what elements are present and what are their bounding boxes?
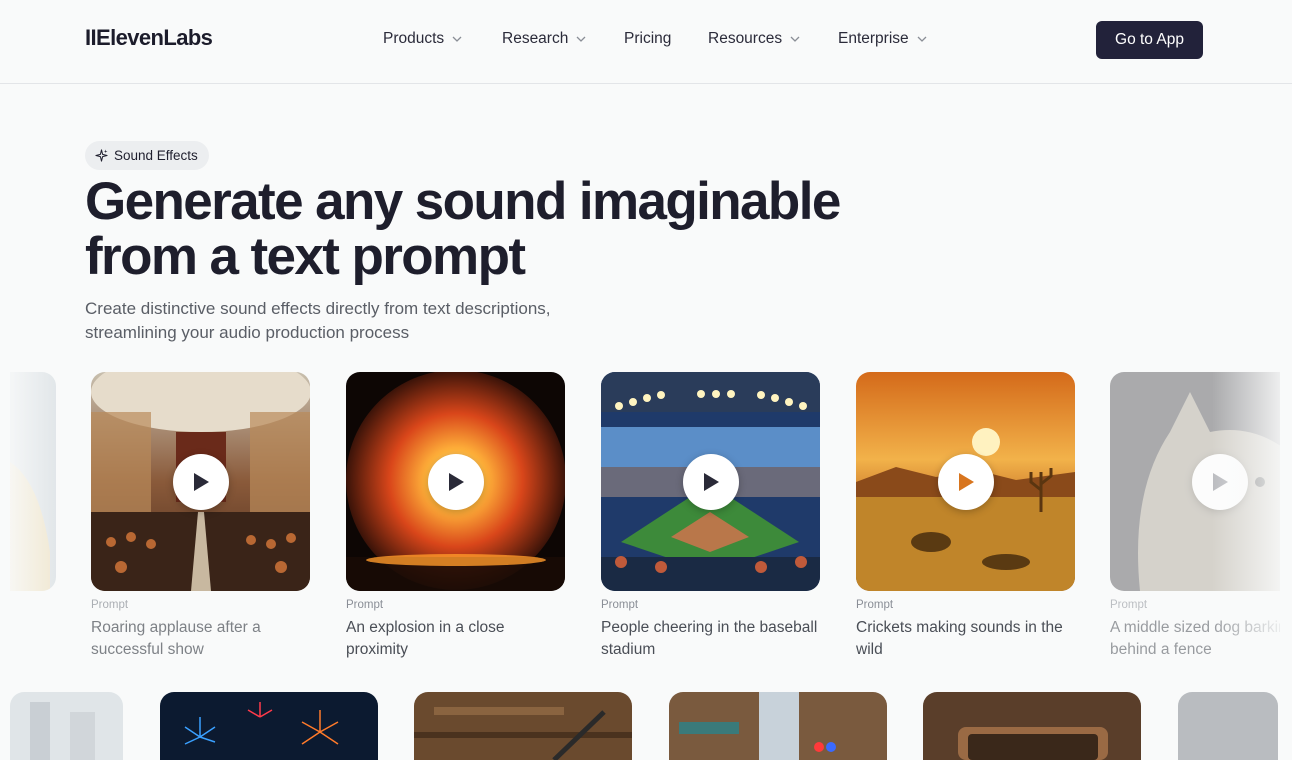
play-button[interactable] bbox=[938, 454, 994, 510]
play-icon bbox=[449, 473, 464, 491]
nav-research[interactable]: Research bbox=[502, 30, 586, 48]
chevron-down-icon bbox=[917, 36, 927, 42]
play-icon bbox=[704, 473, 719, 491]
card-image-baseball-stadium bbox=[601, 372, 820, 591]
nav-pricing[interactable]: Pricing bbox=[624, 30, 671, 48]
play-button[interactable] bbox=[683, 454, 739, 510]
nav-pricing-label: Pricing bbox=[624, 30, 672, 47]
play-button[interactable] bbox=[428, 454, 484, 510]
hero-title: Generate any sound imaginable from a tex… bbox=[85, 174, 985, 284]
badge-label: Sound Effects bbox=[114, 148, 198, 163]
nav-enterprise[interactable]: Enterprise bbox=[838, 30, 927, 48]
site-header: IIElevenLabs Products Research Pricing R… bbox=[0, 0, 1292, 84]
prompt-label: Prompt bbox=[346, 599, 384, 611]
prompt-text: Crickets making sounds in the wild bbox=[856, 619, 1063, 658]
hero-subtitle-line-2: streamlining your audio production proce… bbox=[85, 322, 410, 342]
card-row2-partial-right[interactable] bbox=[1178, 692, 1278, 760]
card-row2-city[interactable] bbox=[10, 692, 123, 760]
chevron-down-icon bbox=[790, 36, 800, 42]
nav-enterprise-label: Enterprise bbox=[838, 30, 909, 47]
nav-research-label: Research bbox=[502, 30, 569, 47]
sound-card-baseball[interactable]: Prompt People cheering in the baseball s… bbox=[601, 372, 820, 661]
hero-title-line-2: from a text prompt bbox=[85, 227, 526, 286]
sound-card-explosion[interactable]: Prompt An explosion in a close proximity bbox=[346, 372, 565, 661]
prompt-label: Prompt bbox=[91, 599, 129, 611]
card-image-explosion bbox=[346, 372, 565, 591]
prompt-label: Prompt bbox=[856, 599, 894, 611]
card-row2-city-street[interactable] bbox=[669, 692, 887, 760]
nav-products[interactable]: Products bbox=[383, 30, 462, 48]
card-row2-radio[interactable] bbox=[923, 692, 1141, 760]
hero-subtitle-line-1: Create distinctive sound effects directl… bbox=[85, 299, 551, 318]
card-row2-wood-door[interactable] bbox=[414, 692, 632, 760]
prompt-text: People cheering in the baseball stadium bbox=[601, 619, 818, 658]
play-button[interactable] bbox=[173, 454, 229, 510]
elevenlabs-logo[interactable]: IIElevenLabs bbox=[85, 25, 213, 51]
hero-subtitle: Create distinctive sound effects directl… bbox=[85, 297, 605, 344]
prompt-text: Roaring applause after a successful show bbox=[91, 619, 261, 658]
card-image-desert-sunset bbox=[856, 372, 1075, 591]
chevron-down-icon bbox=[576, 36, 586, 42]
sparkles-icon bbox=[95, 149, 108, 162]
chevron-down-icon bbox=[452, 36, 462, 42]
prompt-text: An explosion in a close proximity bbox=[346, 619, 505, 658]
nav-products-label: Products bbox=[383, 30, 445, 47]
prompt-label: Prompt bbox=[601, 599, 639, 611]
sound-card-applause[interactable]: Prompt Roaring applause after a successf… bbox=[91, 372, 310, 661]
play-icon bbox=[194, 473, 209, 491]
nav-resources[interactable]: Resources bbox=[708, 30, 800, 48]
go-to-app-button[interactable]: Go to App bbox=[1096, 21, 1203, 59]
card-row2-fireworks[interactable] bbox=[160, 692, 378, 760]
play-icon bbox=[959, 473, 974, 491]
card-image-opera-house bbox=[91, 372, 310, 591]
sound-card-crickets[interactable]: Prompt Crickets making sounds in the wil… bbox=[856, 372, 1075, 661]
nav-resources-label: Resources bbox=[708, 30, 783, 47]
hero-title-line-1: Generate any sound imaginable bbox=[85, 172, 841, 231]
sound-effects-badge: Sound Effects bbox=[85, 141, 209, 170]
